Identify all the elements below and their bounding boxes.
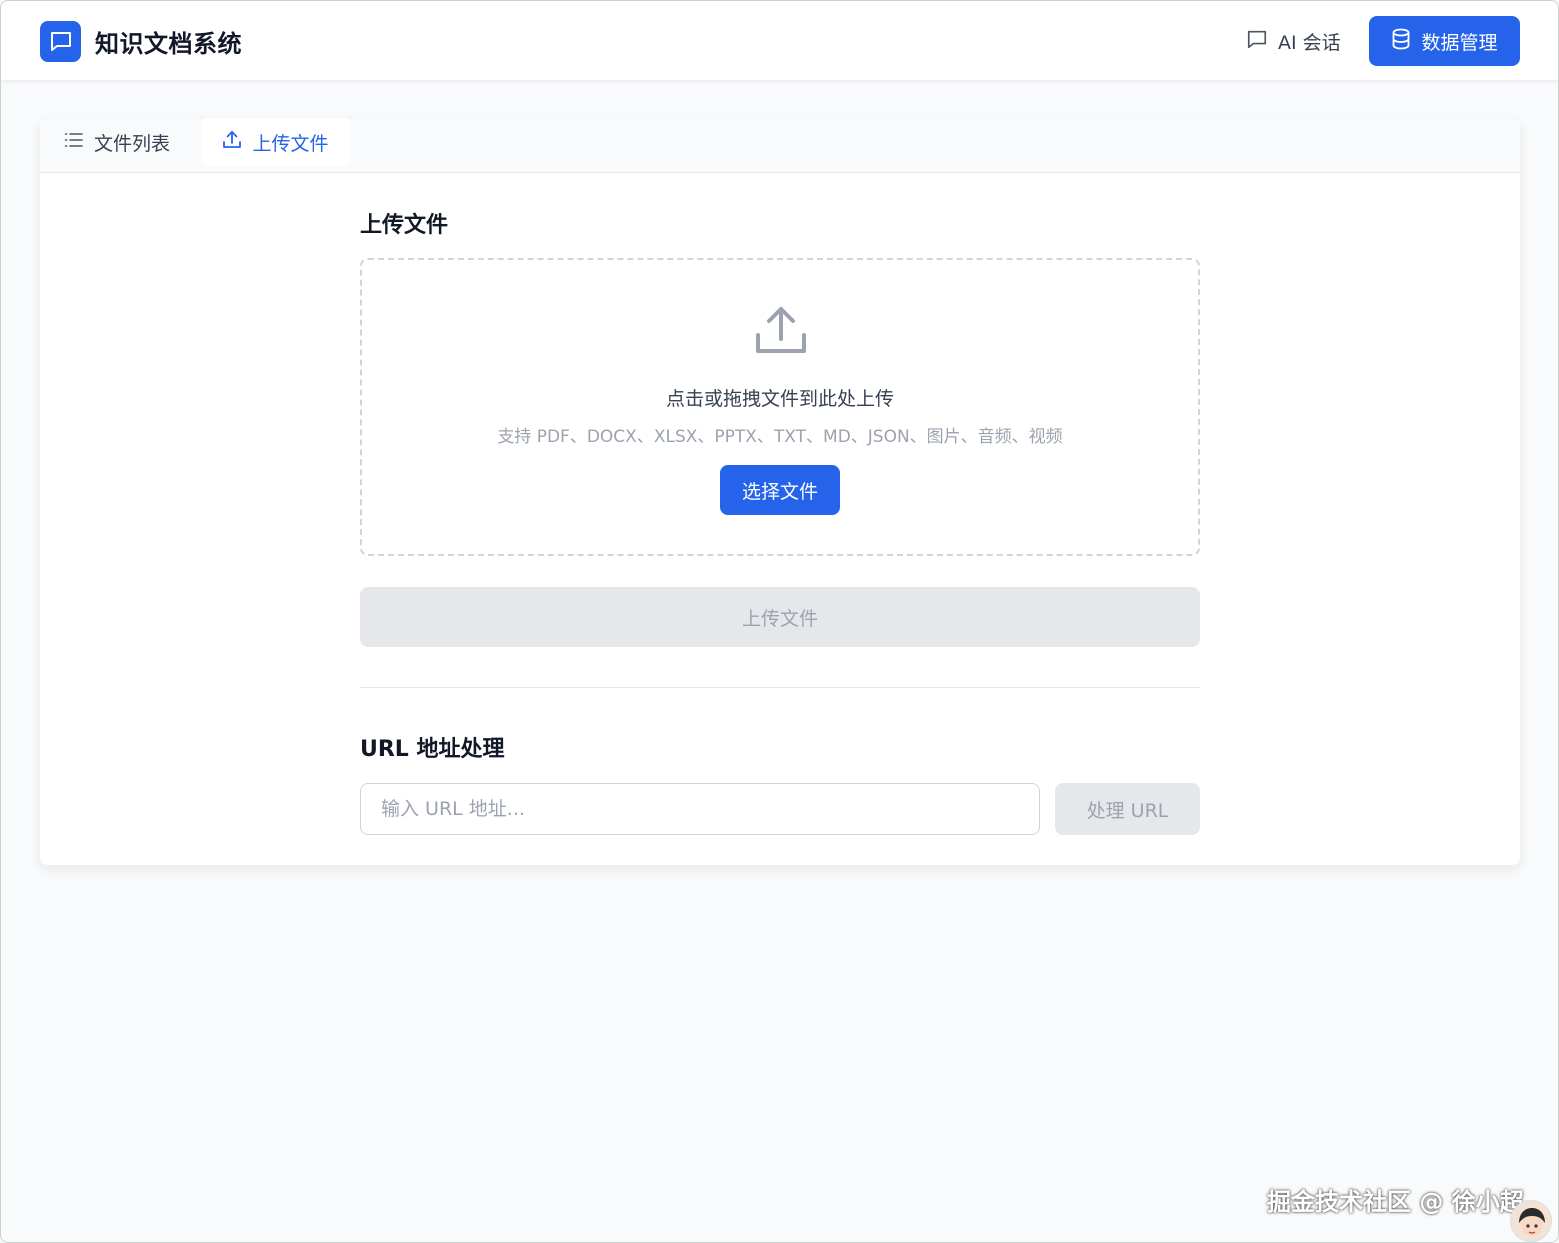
section-divider — [360, 687, 1200, 688]
upload-submit-button[interactable]: 上传文件 — [360, 587, 1200, 647]
upload-arrow-icon — [753, 303, 809, 363]
tab-file-list-label: 文件列表 — [94, 133, 171, 155]
dropzone-instruction: 点击或拖拽文件到此处上传 — [665, 388, 894, 410]
avatar — [1510, 1200, 1552, 1242]
nav-ai-chat-link[interactable]: AI 会话 — [1246, 23, 1341, 59]
database-icon — [1391, 28, 1421, 55]
url-input[interactable] — [360, 783, 1040, 835]
app-title: 知识文档系统 — [95, 29, 242, 58]
upload-icon — [222, 130, 252, 155]
tab-file-list[interactable]: 文件列表 — [64, 119, 170, 166]
nav-ai-chat-label: AI 会话 — [1278, 31, 1341, 54]
list-icon — [64, 131, 94, 154]
tab-upload-file-label: 上传文件 — [252, 132, 329, 155]
choose-file-button[interactable]: 选择文件 — [720, 465, 840, 515]
chat-bubble-icon — [40, 20, 81, 62]
message-square-icon — [1246, 28, 1278, 55]
tab-bar: 文件列表 上传文件 — [40, 118, 1520, 173]
brand[interactable]: 知识文档系统 — [40, 20, 242, 62]
top-header: 知识文档系统 AI 会话 数据管理 — [1, 1, 1558, 81]
watermark-text: 掘金技术社区 @ 徐小超 — [1267, 1188, 1524, 1216]
process-url-button[interactable]: 处理 URL — [1055, 783, 1200, 835]
url-section-title: URL 地址处理 — [360, 737, 505, 762]
upload-section-title: 上传文件 — [360, 213, 449, 238]
file-dropzone[interactable]: 点击或拖拽文件到此处上传 支持 PDF、DOCX、XLSX、PPTX、TXT、M… — [360, 258, 1200, 556]
app-window: 知识文档系统 AI 会话 数据管理 文件列表 上传文件 上传文件 点击或拖拽文件… — [0, 0, 1559, 1243]
tab-upload-file[interactable]: 上传文件 — [201, 118, 350, 166]
main-card: 文件列表 上传文件 上传文件 点击或拖拽文件到此处上传 支持 PDF、DOCX、… — [40, 118, 1520, 865]
nav-data-management-button[interactable]: 数据管理 — [1369, 16, 1520, 66]
nav-data-management-label: 数据管理 — [1421, 31, 1498, 54]
dropzone-supported-formats: 支持 PDF、DOCX、XLSX、PPTX、TXT、MD、JSON、图片、音频、… — [497, 427, 1063, 447]
